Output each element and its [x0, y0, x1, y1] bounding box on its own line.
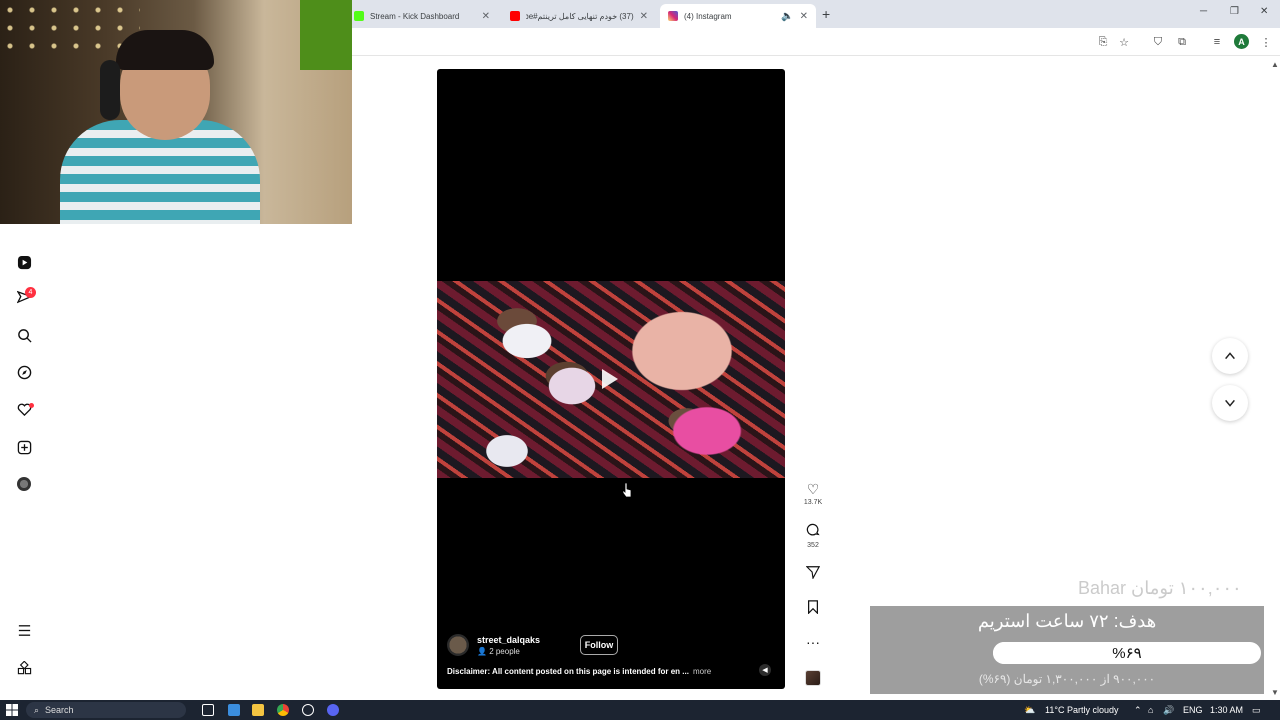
media-controls-icon[interactable]: ≡ — [1210, 35, 1224, 49]
streamer-hair — [116, 30, 214, 70]
comment-count: 352 — [807, 542, 819, 549]
volume-icon[interactable]: ◀ — [759, 664, 771, 676]
goal-amount: ۹۰۰,۰۰۰ از ۱,۳۰۰,۰۰۰ تومان (۶۹%) — [978, 672, 1156, 686]
restore-icon[interactable]: ❐ — [1230, 6, 1239, 17]
tab-instagram[interactable]: (4) Instagram 🔈 ✕ — [660, 4, 816, 28]
play-icon[interactable] — [602, 369, 618, 389]
bookmark-star-icon[interactable]: ☆ — [1117, 35, 1131, 49]
window-close-icon[interactable]: ✕ — [1260, 6, 1268, 17]
comment-action[interactable]: 352 — [803, 523, 823, 549]
close-icon[interactable]: ✕ — [482, 11, 490, 22]
hand-cursor-icon — [622, 482, 632, 498]
chrome-icon[interactable] — [277, 703, 289, 717]
audience-label: 2 people — [489, 646, 520, 656]
close-icon[interactable]: ✕ — [640, 11, 648, 22]
comment-icon[interactable] — [803, 523, 823, 540]
file-explorer-icon[interactable] — [252, 703, 264, 717]
network-icon[interactable]: ⌂ — [1148, 703, 1153, 717]
youtube-icon — [510, 11, 520, 21]
previous-reel-button[interactable] — [1212, 338, 1248, 374]
install-app-icon[interactable]: ⎘ — [1096, 35, 1110, 49]
curtain — [300, 0, 352, 70]
bookmark-icon[interactable] — [803, 600, 823, 617]
speaker-icon[interactable]: 🔈 — [781, 11, 793, 22]
search-icon: ⌕ — [34, 704, 40, 715]
reel-caption: Disclaimer: All content posted on this p… — [447, 667, 711, 676]
share-action[interactable] — [803, 565, 823, 582]
goal-title: هدف: ۷۲ ساعت استریم — [977, 611, 1157, 631]
notification-center-icon[interactable]: ▭ — [1252, 703, 1261, 717]
author-avatar[interactable] — [447, 634, 469, 656]
notification-badge: 4 — [25, 287, 36, 298]
obs-icon[interactable] — [302, 703, 314, 717]
extensions-icon[interactable]: ⧉ — [1175, 35, 1189, 49]
search-icon[interactable] — [16, 327, 32, 343]
webcam-overlay — [0, 0, 352, 224]
weather-icon: ⛅ — [1024, 704, 1036, 715]
scroll-down-arrow[interactable]: ▼ — [1271, 688, 1279, 697]
next-reel-button[interactable] — [1212, 385, 1248, 421]
chevron-up-icon — [1225, 352, 1235, 360]
share-icon[interactable] — [803, 565, 823, 582]
more-link[interactable]: more — [693, 667, 711, 676]
tab-title: (37) خودم تنهایی کامل ترینتم#be. — [526, 11, 634, 21]
language-indicator[interactable]: ENG — [1183, 703, 1203, 717]
menu-icon[interactable]: ⋮ — [1259, 35, 1273, 49]
windows-start-icon[interactable] — [6, 703, 18, 717]
save-action[interactable] — [803, 600, 823, 617]
scroll-up-arrow[interactable]: ▲ — [1271, 60, 1279, 69]
donation-watermark: ۱۰۰,۰۰۰ تومان Bahar — [1078, 578, 1242, 598]
new-tab-button[interactable]: + — [822, 6, 830, 22]
caption-text: Disclaimer: All content posted on this p… — [447, 667, 689, 676]
chevron-down-icon — [1225, 399, 1235, 407]
tab-youtube[interactable]: (37) خودم تنهایی کامل ترینتم#be. ✕ — [502, 4, 656, 28]
more-menu-icon[interactable] — [16, 622, 32, 638]
more-options-action[interactable]: ··· — [803, 634, 823, 650]
windows-taskbar: ⌕ Search ⛅ 11°C Partly cloudy ⌃ ⌂ 🔊 ENG … — [0, 700, 1280, 720]
profile-avatar[interactable]: A — [1234, 34, 1249, 49]
like-action[interactable]: ♡ 13.7K — [803, 481, 823, 506]
shield-icon[interactable]: ⛉ — [1151, 35, 1165, 49]
tab-title: Stream - Kick Dashboard — [370, 11, 460, 21]
reel-player[interactable]: street_dalqaks 👤 2 people Follow Disclai… — [437, 69, 785, 689]
explore-icon[interactable] — [16, 364, 32, 380]
follow-button[interactable]: Follow — [580, 635, 618, 655]
taskbar-search[interactable]: ⌕ Search — [26, 702, 186, 718]
audio-thumbnail[interactable] — [805, 670, 821, 686]
weather-text[interactable]: 11°C Partly cloudy — [1045, 703, 1118, 717]
close-icon[interactable]: ✕ — [800, 11, 808, 22]
create-icon[interactable] — [16, 439, 32, 455]
tab-kick-dashboard[interactable]: Stream - Kick Dashboard ✕ — [346, 4, 498, 28]
reel-author[interactable]: street_dalqaks 👤 2 people — [447, 634, 540, 656]
donation-goal-widget: هدف: ۷۲ ساعت استریم %۶۹ ۹۰۰,۰۰۰ از ۱,۳۰۰… — [870, 606, 1264, 694]
heart-icon[interactable]: ♡ — [803, 481, 823, 497]
desktop-icon[interactable] — [228, 703, 240, 717]
headphones — [100, 60, 120, 120]
people-icon: 👤 — [477, 646, 490, 656]
reels-icon[interactable] — [16, 254, 32, 270]
notification-dot — [29, 403, 34, 408]
volume-tray-icon[interactable]: 🔊 — [1163, 703, 1174, 717]
also-from-meta-icon[interactable] — [16, 660, 32, 676]
task-view-icon[interactable] — [202, 703, 214, 717]
ellipsis-icon[interactable]: ··· — [803, 634, 823, 650]
discord-icon[interactable] — [327, 703, 339, 717]
author-username[interactable]: street_dalqaks — [477, 635, 540, 645]
tab-title: (4) Instagram — [684, 11, 732, 21]
like-count: 13.7K — [803, 499, 823, 506]
minimize-icon[interactable]: ─ — [1200, 6, 1207, 17]
profile-avatar-icon[interactable] — [17, 477, 31, 491]
instagram-icon — [668, 11, 678, 21]
kick-icon — [354, 11, 364, 21]
taskbar-search-label: Search — [45, 705, 74, 715]
clock[interactable]: 1:30 AM — [1210, 703, 1243, 717]
tray-chevron-icon[interactable]: ⌃ — [1134, 703, 1142, 717]
goal-progress-bar: %۶۹ — [993, 642, 1261, 664]
goal-percent: %۶۹ — [1112, 645, 1142, 662]
